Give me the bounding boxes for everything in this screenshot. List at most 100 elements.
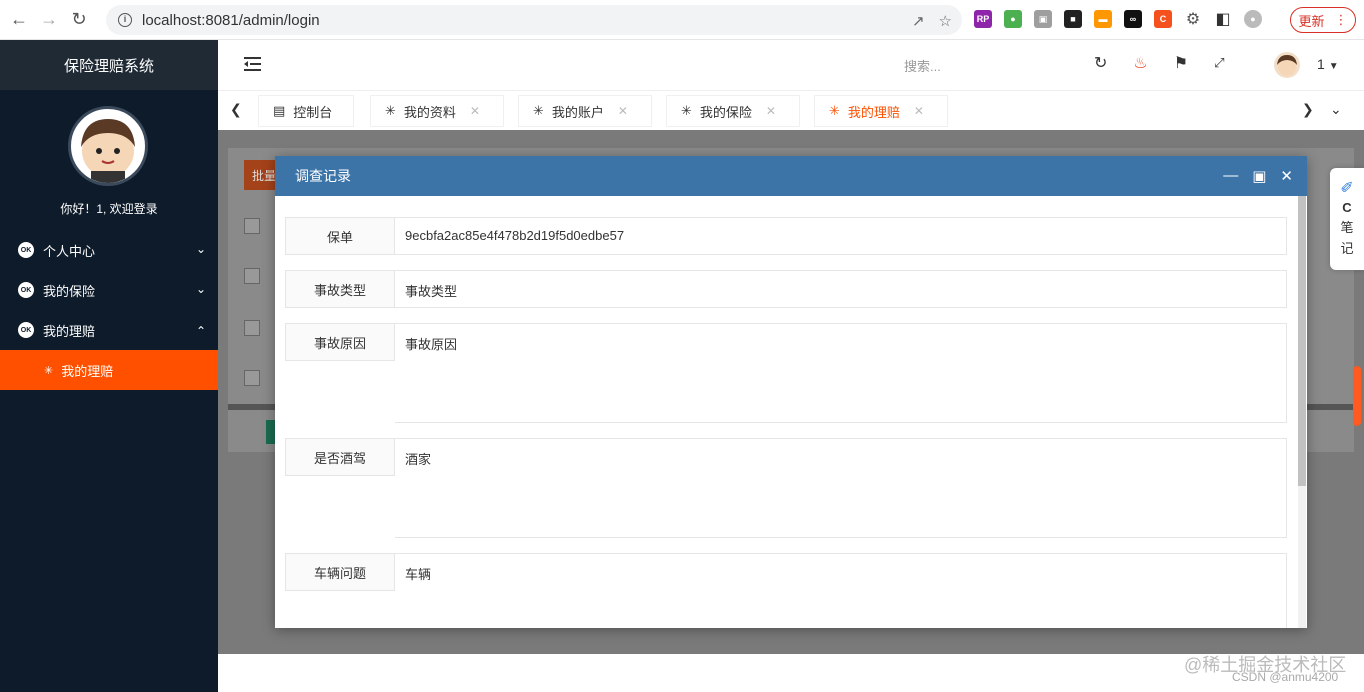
page-scrollbar-thumb[interactable] [1353,366,1361,426]
tab-my-claims[interactable]: ✳ 我的理赔 ✕ [814,95,948,127]
tab-my-insurance[interactable]: ✳ 我的保险 ✕ [666,95,800,127]
tab-my-profile[interactable]: ✳ 我的资料 ✕ [370,95,504,127]
greeting-text: 你好！1, 欢迎登录 [60,202,158,216]
checkbox[interactable] [244,268,260,284]
sidebar-item-personal-center[interactable]: OK 个人中心 ⌄ [0,230,218,270]
field-label: 保单 [285,217,395,255]
forward-icon[interactable]: → [38,9,60,31]
sidebar-subitem-label: 我的理赔 [61,363,114,379]
dialog-title: 调查记录 [295,168,351,184]
note-icon: ✐ [1340,180,1354,197]
extension-rp-icon[interactable]: RP [974,10,992,28]
tab-label: 我的资料 [403,104,456,120]
scrollbar-thumb[interactable] [1298,196,1306,486]
sidebar-item-label: 个人中心 [43,243,96,259]
notification-bell-icon[interactable]: ♨ [1133,53,1147,73]
sidebar-item-label: 我的保险 [43,283,96,299]
extension-image-icon[interactable]: ▣ [1034,10,1052,28]
header: 搜索... ↻ ♨ ⚑ ⤢ 1 ▼ [218,40,1364,90]
close-icon[interactable]: ✕ [1280,167,1293,185]
checkbox[interactable] [244,320,260,336]
tab-my-account[interactable]: ✳ 我的账户 ✕ [518,95,652,127]
sidebar-subitem-my-claims[interactable]: ✳ 我的理赔 [0,350,218,390]
extension-orange-icon[interactable]: ▬ [1094,10,1112,28]
vehicle-issue-textarea[interactable]: 车辆 [395,553,1287,628]
form-row-accident-type: 事故类型 事故类型 [285,270,1287,308]
field-label: 事故原因 [285,323,395,361]
ok-icon: OK [18,242,34,258]
close-icon[interactable]: ✕ [618,104,628,118]
reload-icon[interactable]: ↻ [68,9,90,31]
profile-icon[interactable]: ● [1244,10,1262,28]
palm-icon: ✳ [44,364,54,377]
tab-dashboard[interactable]: ▤ 控制台 [258,95,354,127]
palm-icon: ✳ [533,103,544,118]
tab-bar: ❮ ▤ 控制台 ✳ 我的资料 ✕ ✳ 我的账户 ✕ ✳ 我的保险 ✕ ✳ 我的理… [218,90,1364,130]
chevron-down-icon: ⌄ [195,282,206,296]
checkbox[interactable] [244,370,260,386]
update-label: 更新 [1298,13,1325,29]
form-row-policy: 保单 9ecbfa2ac85e4f478b2d19f5d0edbe57 [285,217,1287,255]
url-text: localhost:8081/admin/login [142,11,320,29]
sidebar-item-label: 我的理赔 [43,323,96,339]
tab-label: 控制台 [293,104,333,120]
user-name[interactable]: 1 ▼ [1317,56,1339,72]
sidebar-item-my-claims[interactable]: OK 我的理赔 ⌃ [0,310,218,350]
maximize-icon[interactable]: ▣ [1252,167,1266,185]
close-icon[interactable]: ✕ [470,104,480,118]
tab-scroll-right-icon[interactable]: ❯ [1302,101,1314,118]
form-row-vehicle-issue: 车辆问题 车辆 [285,553,1287,628]
extension-c-icon[interactable]: C [1154,10,1172,28]
address-bar[interactable]: i localhost:8081/admin/login ↗ ☆ [106,5,962,35]
close-icon[interactable]: ✕ [766,104,776,118]
tab-scroll-left-icon[interactable]: ❮ [230,101,242,118]
field-label: 事故类型 [285,270,395,308]
accident-cause-textarea[interactable]: 事故原因 [395,323,1287,423]
extension-game-icon[interactable]: ■ [1064,10,1082,28]
dashboard-icon: ▤ [273,103,286,118]
extension-chat-icon[interactable]: ● [1004,10,1022,28]
minimize-icon[interactable]: — [1223,167,1238,185]
share-icon[interactable]: ↗ [912,12,925,30]
dialog-scrollbar[interactable] [1298,196,1306,628]
policy-input[interactable]: 9ecbfa2ac85e4f478b2d19f5d0edbe57 [395,217,1287,255]
user-avatar[interactable] [1274,52,1300,78]
sidebar-menu: OK 个人中心 ⌄ OK 我的保险 ⌄ OK 我的理赔 ⌃ ✳ 我的理赔 [0,230,218,390]
caret-down-icon: ▼ [1328,61,1339,72]
update-button[interactable]: 更新 ⋮ [1290,7,1356,33]
fullscreen-icon[interactable]: ⤢ [1214,55,1224,71]
more-vertical-icon: ⋮ [1334,12,1348,27]
extensions-puzzle-icon[interactable]: ⚙ [1184,10,1202,28]
ok-icon: OK [18,282,34,298]
user-name-text: 1 [1317,56,1325,72]
note-widget-ji: 记 [1340,241,1354,256]
chevron-down-icon: ⌄ [195,242,206,256]
dialog-header: 调查记录 — ▣ ✕ [275,156,1307,196]
avatar [68,106,148,186]
field-label: 是否酒驾 [285,438,395,476]
ok-icon: OK [18,322,34,338]
back-icon[interactable]: ← [8,9,30,31]
tab-label: 我的理赔 [847,104,900,120]
search-input[interactable]: 搜索... [904,56,941,75]
lock-icon[interactable]: ⚑ [1174,53,1188,73]
tab-dropdown-icon[interactable]: ⌄ [1330,101,1342,118]
tab-label: 我的账户 [551,104,604,120]
sidepanel-icon[interactable]: ◧ [1214,10,1232,28]
sidebar-item-my-insurance[interactable]: OK 我的保险 ⌄ [0,270,218,310]
checkbox[interactable] [244,218,260,234]
refresh-icon[interactable]: ↻ [1094,53,1107,73]
accident-type-input[interactable]: 事故类型 [395,270,1287,308]
note-widget-bi: 笔 [1340,220,1354,235]
site-info-icon[interactable]: i [118,13,132,27]
drunk-driving-textarea[interactable]: 酒家 [395,438,1287,538]
form-row-accident-cause: 事故原因 事故原因 [285,323,1287,423]
sidebar: 保险理赔系统 你好！1, 欢迎登录 OK 个人中心 ⌄ OK 我的保险 ⌄ OK… [0,40,218,692]
chevron-up-icon: ⌃ [195,324,206,338]
note-widget[interactable]: ✐ C 笔 记 [1330,168,1364,270]
close-icon[interactable]: ✕ [914,104,924,118]
menu-toggle-icon[interactable] [244,54,262,74]
extension-infinity-icon[interactable]: ∞ [1124,10,1142,28]
survey-record-dialog: 调查记录 — ▣ ✕ 保单 9ecbfa2ac85e4f478b2d19f5d0… [275,156,1307,628]
bookmark-star-icon[interactable]: ☆ [939,12,952,30]
